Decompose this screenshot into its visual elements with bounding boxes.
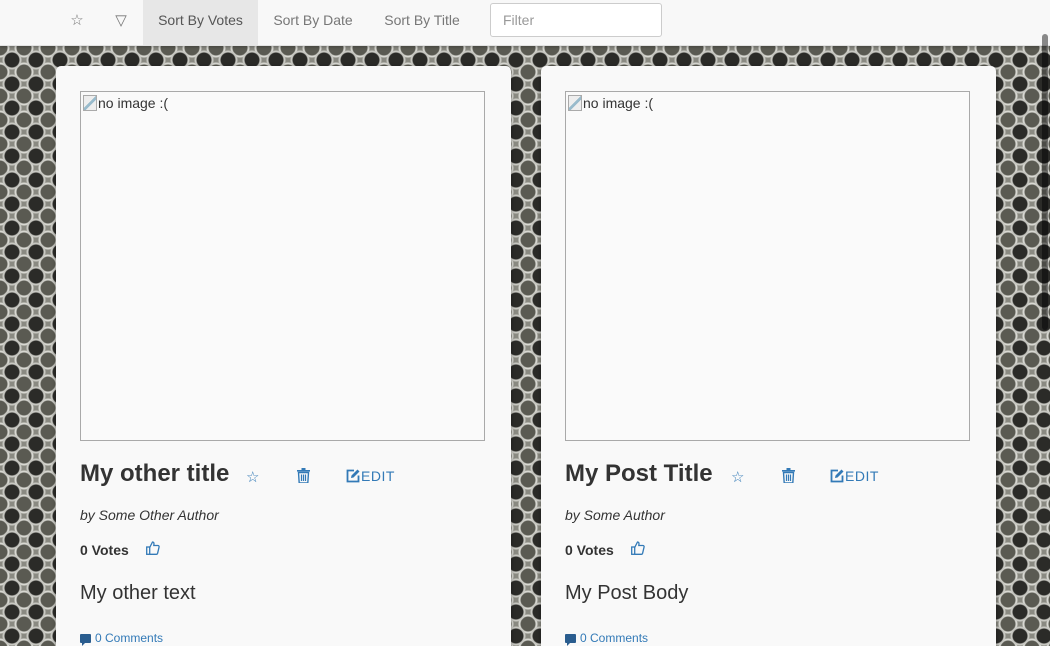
thumbs-up-icon xyxy=(631,541,645,555)
delete-button[interactable] xyxy=(297,468,310,483)
upvote-button[interactable] xyxy=(146,541,160,558)
edit-label: EDIT xyxy=(845,468,879,484)
top-navbar: ☆ ▽ Sort By Votes Sort By Date Sort By T… xyxy=(0,0,1050,46)
star-icon: ☆ xyxy=(246,469,260,486)
edit-icon xyxy=(346,469,360,483)
post-title: My other title xyxy=(80,460,230,487)
edit-label: EDIT xyxy=(361,468,395,484)
post-body: My other text xyxy=(80,582,196,604)
post-card: no image :( My Post Title ☆ EDIT by Some… xyxy=(541,66,996,646)
trash-icon xyxy=(297,468,310,483)
star-icon: ☆ xyxy=(731,469,745,486)
broken-image-icon xyxy=(568,95,582,111)
sort-by-date-button[interactable]: Sort By Date xyxy=(258,0,368,45)
favorite-star-icon[interactable]: ☆ xyxy=(246,468,259,486)
edit-icon xyxy=(830,469,844,483)
star-icon: ☆ xyxy=(70,12,84,29)
broken-image-icon xyxy=(83,95,97,111)
comments-label: 0 Comments xyxy=(95,631,164,645)
comments-link[interactable]: 0 Comments xyxy=(565,631,649,646)
post-author: by Some Other Author xyxy=(80,507,219,523)
upvote-button[interactable] xyxy=(631,541,645,558)
comments-link[interactable]: 0 Comments xyxy=(80,631,164,646)
scrollbar[interactable] xyxy=(1042,34,1048,330)
post-image: no image :( xyxy=(565,91,970,441)
post-body: My Post Body xyxy=(565,582,689,604)
filter-input[interactable] xyxy=(490,3,662,37)
vote-count: 0 Votes xyxy=(80,542,129,558)
thumbs-up-icon xyxy=(146,541,160,555)
comment-icon xyxy=(565,633,576,646)
comment-icon xyxy=(80,633,91,646)
vote-count: 0 Votes xyxy=(565,542,614,558)
comments-label: 0 Comments xyxy=(580,631,649,645)
sort-by-title-button[interactable]: Sort By Title xyxy=(368,0,476,45)
delete-button[interactable] xyxy=(782,468,795,483)
filter-toggle-icon[interactable]: ▽ xyxy=(102,0,140,45)
image-alt-text: no image :( xyxy=(583,95,654,111)
favorites-star-icon[interactable]: ☆ xyxy=(58,0,96,45)
post-author: by Some Author xyxy=(565,507,665,523)
edit-button[interactable]: EDIT xyxy=(830,468,879,484)
post-image: no image :( xyxy=(80,91,485,441)
favorite-star-icon[interactable]: ☆ xyxy=(731,468,744,486)
image-alt-text: no image :( xyxy=(98,95,169,111)
post-title: My Post Title xyxy=(565,460,713,487)
post-card: no image :( My other title ☆ EDIT by Som… xyxy=(56,66,511,646)
sort-by-votes-button[interactable]: Sort By Votes xyxy=(143,0,258,45)
edit-button[interactable]: EDIT xyxy=(346,468,395,484)
trash-icon xyxy=(782,468,795,483)
triangle-down-icon: ▽ xyxy=(115,12,127,29)
